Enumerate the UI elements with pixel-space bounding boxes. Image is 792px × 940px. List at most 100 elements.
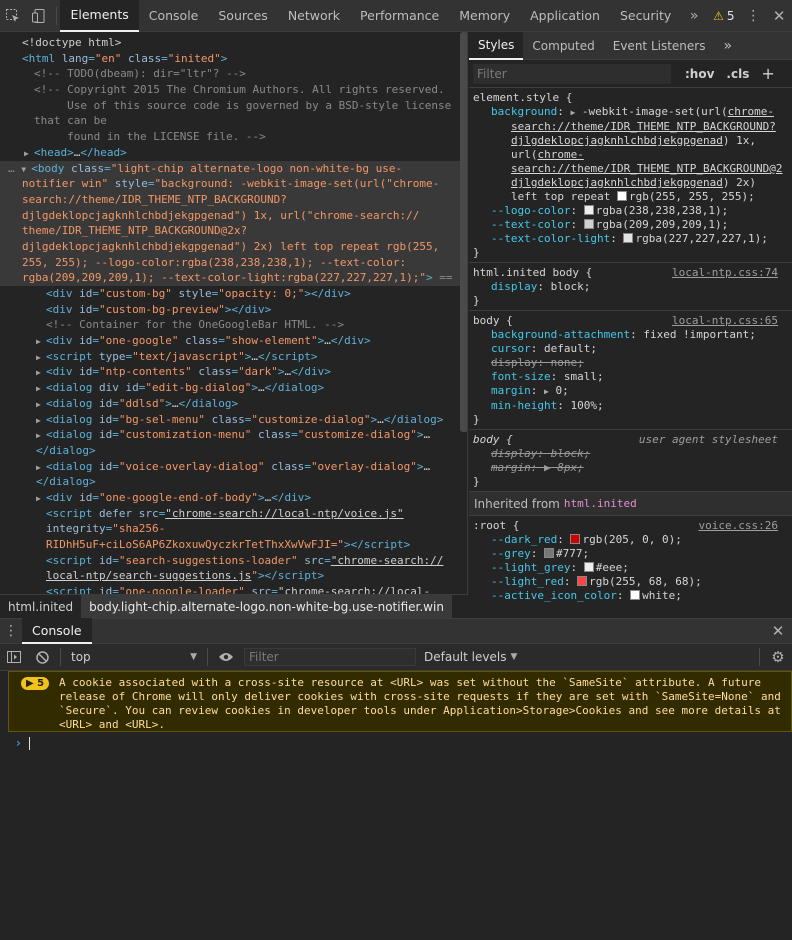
console-prompt[interactable]: › [8, 734, 792, 752]
toolbar-divider [759, 648, 760, 666]
tab-application[interactable]: Application [520, 0, 610, 32]
log-levels-select[interactable]: Default levels ▼ [424, 650, 517, 664]
rule-selector: body [473, 314, 500, 327]
gear-icon[interactable]: ⚙ [764, 644, 792, 671]
drawer-tab-console[interactable]: Console [22, 618, 92, 644]
styles-filter-input[interactable] [473, 63, 671, 84]
style-rule-user-agent-body[interactable]: body { user agent stylesheet display: bl… [469, 430, 792, 492]
inspect-element-icon[interactable] [0, 0, 26, 32]
dom-line[interactable]: </dialog> [0, 474, 467, 490]
kebab-menu-icon[interactable]: ⋮ [0, 618, 22, 644]
color-swatch[interactable] [577, 576, 588, 586]
close-icon[interactable]: ✕ [766, 0, 792, 32]
inherited-label: Inherited from [474, 496, 560, 511]
dom-line[interactable]: Use of this source code is governed by a… [0, 98, 467, 114]
color-swatch[interactable] [544, 548, 554, 558]
dom-line[interactable]: ▶ <dialog div id="edit-bg-dialog">…</dial… [0, 380, 467, 396]
tab-styles[interactable]: Styles [469, 32, 524, 60]
log-levels-value: Default levels [424, 650, 507, 664]
tab-security[interactable]: Security [610, 0, 681, 32]
device-toolbar-icon[interactable] [26, 0, 52, 32]
toolbar-divider [60, 648, 61, 666]
console-filter-input[interactable] [244, 648, 416, 666]
dropdown-arrow-icon: ▼ [510, 652, 518, 662]
console-toolbar: top ▼ Default levels ▼ ⚙ [0, 644, 792, 671]
tab-sources[interactable]: Sources [208, 0, 277, 32]
dom-line[interactable]: ▶ <head>…</head> [0, 145, 467, 161]
eye-icon[interactable] [212, 644, 240, 671]
warning-text: A cookie associated with a cross-site re… [59, 676, 788, 731]
color-swatch[interactable] [583, 219, 594, 229]
style-rule-root[interactable]: :root { voice.css:26 --dark_red: rgb(205… [469, 516, 792, 605]
warning-repeat-count: 5 [37, 678, 45, 689]
dom-line[interactable]: <!-- Container for the OneGoogleBar HTML… [0, 317, 467, 333]
dom-line[interactable]: found in the LICENSE file. --> [0, 129, 467, 145]
sidebar-toggle-icon[interactable] [0, 644, 28, 671]
color-swatch[interactable] [616, 191, 627, 201]
inherited-tag[interactable]: html.inited [564, 497, 637, 510]
rule-source-link[interactable]: voice.css:26 [699, 519, 778, 532]
dom-line[interactable]: ▶ <div id="ntp-contents" class="dark">…</… [0, 364, 467, 380]
dom-line[interactable]: ▶ <dialog id="voice-overlay-dialog" class… [0, 459, 467, 475]
double-chevron-right-icon[interactable]: » [714, 32, 741, 60]
rule-selector: element.style { [473, 91, 573, 104]
plus-icon[interactable]: + [755, 64, 780, 83]
style-rule-body[interactable]: body { local-ntp.css:65 background-attac… [469, 311, 792, 430]
color-swatch[interactable] [630, 590, 641, 600]
tab-elements[interactable]: Elements [60, 0, 139, 32]
double-chevron-right-icon[interactable]: » [681, 0, 707, 32]
color-swatch[interactable] [570, 534, 581, 544]
dropdown-arrow-icon: ▼ [190, 652, 197, 662]
rule-source-link[interactable]: local-ntp.css:65 [672, 314, 778, 327]
kebab-menu-icon[interactable]: ⋮ [740, 0, 766, 32]
dom-line[interactable]: ▶ <script type="text/javascript">…</scrip… [0, 349, 467, 365]
color-swatch[interactable] [583, 205, 594, 215]
color-swatch[interactable] [583, 562, 594, 572]
dom-line[interactable]: RIDhH5uF+ciLoS6AP6ZkoxuwQyczkrTetThxXwVw… [0, 537, 467, 553]
tab-event-listeners[interactable]: Event Listeners [604, 32, 715, 60]
dom-line[interactable]: <script id="search-suggestions-loader" s… [0, 553, 467, 569]
dom-line[interactable]: <div id="custom-bg" style="opacity: 0;">… [0, 286, 467, 302]
rule-selector: :root [473, 519, 507, 532]
cls-toggle[interactable]: .cls [720, 67, 755, 81]
dom-line[interactable]: ▶ <div id="one-google-end-of-body">…</div… [0, 490, 467, 506]
close-drawer-icon[interactable]: ✕ [764, 618, 792, 644]
color-swatch[interactable] [623, 233, 634, 243]
dom-line[interactable]: local-ntp/search-suggestions.js"></scrip… [0, 568, 467, 584]
dom-line[interactable]: ▶ <dialog id="bg-sel-menu" class="customi… [0, 412, 467, 428]
dom-line[interactable]: <script defer src="chrome-search://local… [0, 506, 467, 522]
style-rule-html-inited-body[interactable]: html.inited body { local-ntp.css:74 disp… [469, 263, 792, 311]
clear-console-icon[interactable] [28, 644, 56, 671]
console-warning-message[interactable]: ▶ 5 A cookie associated with a cross-sit… [8, 671, 792, 732]
dom-line[interactable]: integrity="sha256- [0, 521, 467, 537]
tab-memory[interactable]: Memory [449, 0, 520, 32]
elements-scrollbar[interactable] [460, 32, 467, 432]
dom-line[interactable]: <script id="one-google-loader" src="chro… [0, 584, 467, 594]
dom-line[interactable]: <html lang="en" class="inited"> [0, 51, 467, 67]
dom-line[interactable]: ▶ <div id="one-google" class="show-elemen… [0, 333, 467, 349]
dom-line[interactable]: <div id="custom-bg-preview"></div> [0, 302, 467, 318]
tab-network[interactable]: Network [278, 0, 350, 32]
tab-performance[interactable]: Performance [350, 0, 449, 32]
tab-computed[interactable]: Computed [523, 32, 603, 60]
dom-line[interactable]: ▶ <dialog id="customization-menu" class="… [0, 427, 467, 443]
breadcrumb-body[interactable]: body.light-chip.alternate-logo.non-white… [81, 594, 452, 619]
dom-line[interactable]: <!doctype html> [0, 35, 467, 51]
breadcrumb-html[interactable]: html.inited [0, 600, 81, 614]
toolbar-divider [207, 648, 208, 666]
rule-source-link[interactable]: local-ntp.css:74 [672, 266, 778, 279]
dom-line[interactable]: that can be [0, 113, 467, 129]
rule-selector: body [473, 433, 500, 446]
dom-line[interactable]: <!-- Copyright 2015 The Chromium Authors… [0, 82, 467, 98]
dom-line[interactable]: </dialog> [0, 443, 467, 459]
devtools-main-toolbar: Elements Console Sources Network Perform… [0, 0, 792, 32]
style-rule-element[interactable]: element.style { background: ▶ -webkit-im… [469, 88, 792, 263]
hov-toggle[interactable]: :hov [679, 67, 720, 81]
selected-body-node[interactable]: … ▼ <body class="light-chip alternate-log… [0, 160, 467, 286]
context-select[interactable]: top ▼ [65, 650, 203, 664]
dom-line[interactable]: ▶ <dialog id="ddlsd">…</dialog> [0, 396, 467, 412]
elements-dom-tree[interactable]: <!doctype html> <html lang="en" class="i… [0, 32, 468, 594]
tab-console[interactable]: Console [139, 0, 209, 32]
warnings-counter[interactable]: ⚠ 5 [707, 9, 740, 23]
dom-line[interactable]: <!-- TODO(dbeam): dir="ltr"? --> [0, 66, 467, 82]
